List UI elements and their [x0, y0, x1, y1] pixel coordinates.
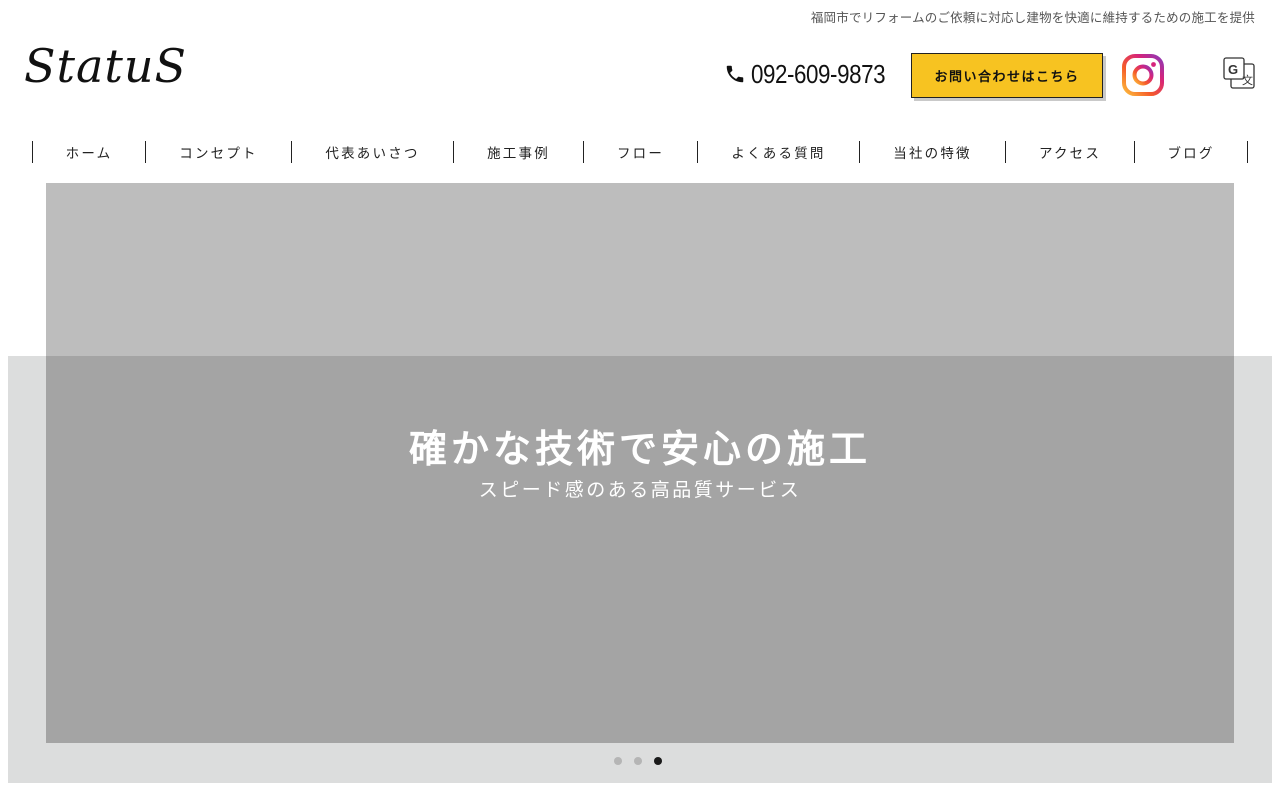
nav-item-faq[interactable]: よくある質問 [698, 141, 860, 163]
nav-item-home[interactable]: ホーム [33, 141, 146, 163]
logo-graphic: StatuS [24, 39, 187, 93]
hero-title: 確かな技術で安心の施工 [408, 427, 871, 471]
hero-overlay [46, 356, 1234, 743]
nav-item-works[interactable]: 施工事例 [454, 141, 584, 163]
slider-dot-2[interactable] [634, 757, 642, 765]
hero-slide: 確かな技術で安心の施工 スピード感のある高品質サービス [46, 183, 1234, 743]
slider-pagination [614, 757, 662, 765]
nav-item-concept[interactable]: コンセプト [146, 141, 292, 163]
logo-text: StatuS [24, 39, 187, 93]
svg-text:G: G [1228, 62, 1238, 77]
contact-button[interactable]: お問い合わせはこちら [911, 53, 1103, 98]
phone-contact[interactable]: 092-609-9873 [724, 58, 907, 90]
nav-item-flow[interactable]: フロー [584, 141, 698, 163]
main-navigation: ホーム コンセプト 代表あいさつ 施工事例 フロー よくある質問 当社の特徴 ア… [32, 141, 1248, 163]
phone-icon [726, 65, 744, 83]
nav-item-features[interactable]: 当社の特徴 [860, 141, 1006, 163]
google-translate-icon[interactable]: G 文 [1222, 56, 1256, 90]
phone-number[interactable]: 092-609-9873 [751, 59, 886, 90]
instagram-icon[interactable] [1122, 54, 1164, 96]
nav-item-greeting[interactable]: 代表あいさつ [292, 141, 454, 163]
nav-item-blog[interactable]: ブログ [1135, 141, 1248, 163]
hero-subtitle: スピード感のある高品質サービス [478, 479, 802, 501]
site-logo[interactable]: StatuS [22, 32, 242, 98]
svg-text:文: 文 [1242, 73, 1253, 87]
nav-item-access[interactable]: アクセス [1006, 141, 1135, 163]
site-tagline: 福岡市でリフォームのご依頼に対応し建物を快適に維持するための施工を提供 [810, 10, 1255, 25]
slider-dot-1[interactable] [614, 757, 622, 765]
slider-dot-3[interactable] [654, 757, 662, 765]
